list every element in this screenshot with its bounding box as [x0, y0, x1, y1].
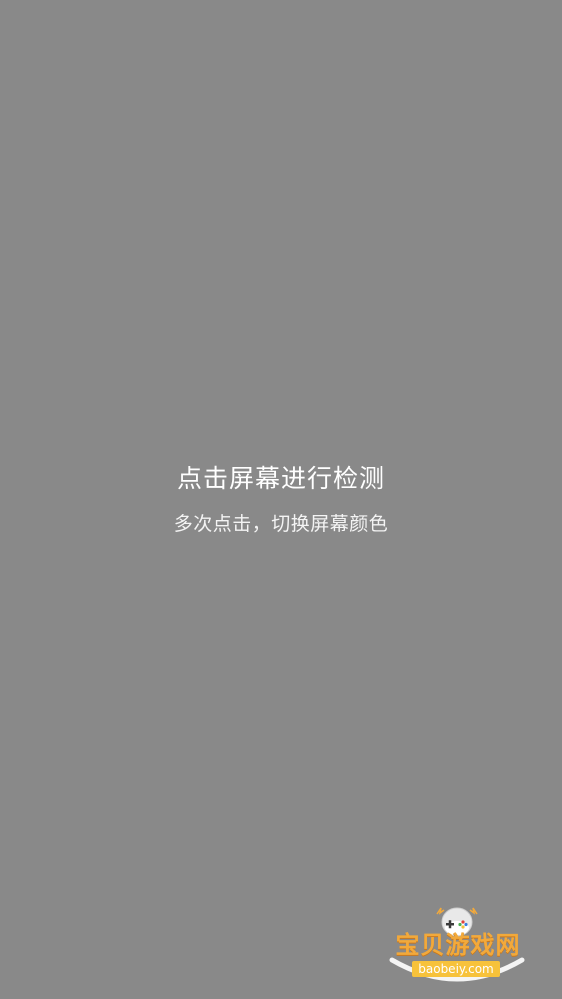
screen-test-area[interactable]: 点击屏幕进行检测 多次点击，切换屏幕颜色 宝贝游戏网 baobeiy.com: [0, 0, 562, 999]
watermark-logo-text: 宝贝游戏网: [395, 931, 521, 959]
instruction-block: 点击屏幕进行检测 多次点击，切换屏幕颜色: [0, 462, 562, 537]
instruction-title: 点击屏幕进行检测: [176, 464, 385, 493]
watermark-url: baobeiy.com: [412, 961, 500, 977]
watermark-logo: 宝贝游戏网 baobeiy.com: [384, 904, 530, 992]
instruction-subtitle: 多次点击，切换屏幕颜色: [173, 513, 389, 535]
